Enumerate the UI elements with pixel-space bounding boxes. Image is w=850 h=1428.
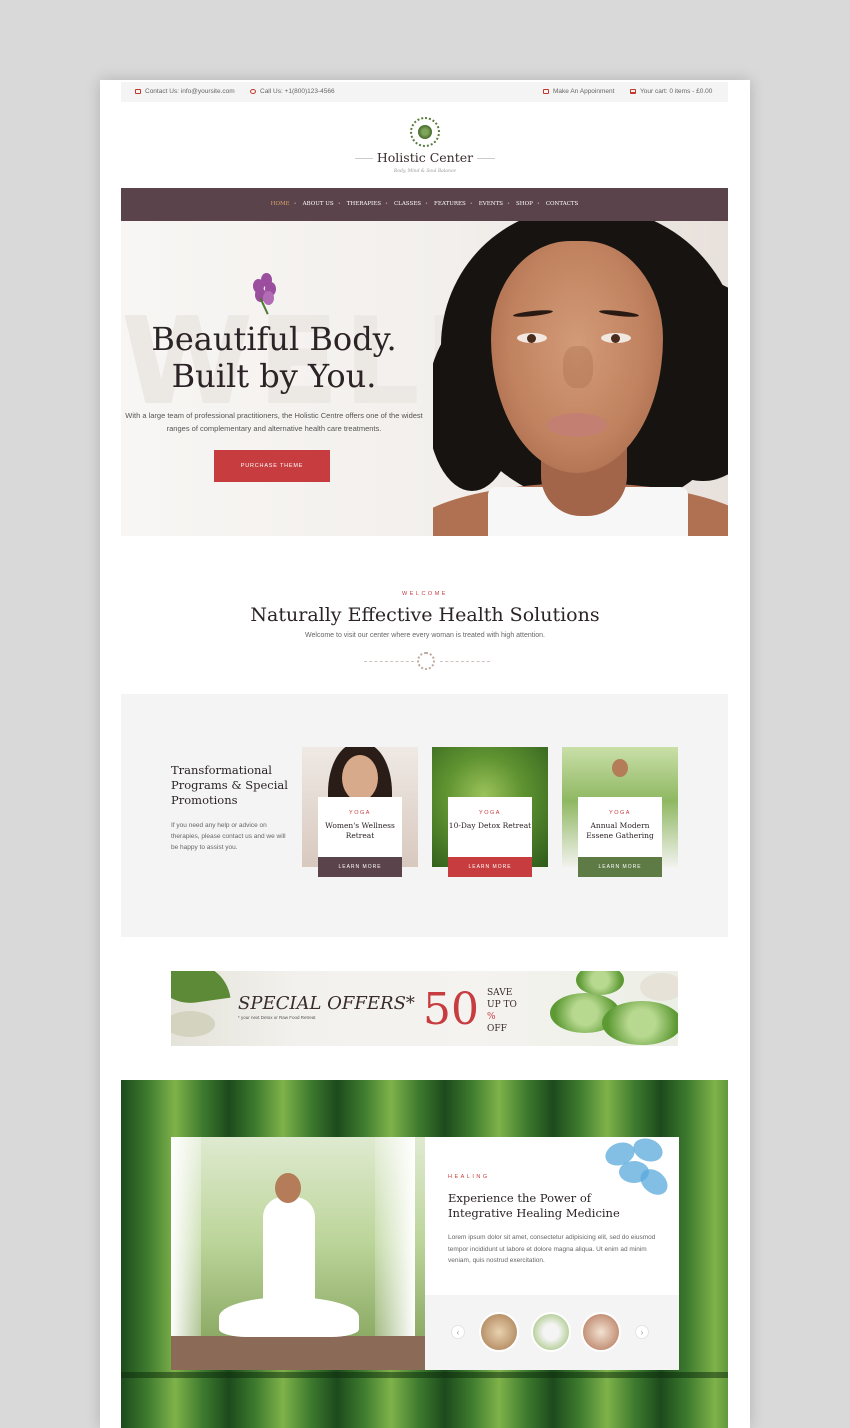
phone-link[interactable]: Call Us: +1(800)123-4566 bbox=[250, 88, 335, 95]
offer-percent: 50 bbox=[423, 984, 479, 1035]
chevron-right-icon[interactable]: › bbox=[635, 1325, 649, 1339]
cart-text: Your cart: 0 items - £0.00 bbox=[640, 88, 713, 95]
offer-up-to: UP TO bbox=[487, 1000, 517, 1010]
main-nav: HOME ABOUT US THERAPIES CLASSES FEATURES… bbox=[121, 188, 728, 221]
learn-more-button[interactable]: LEARN MORE bbox=[578, 857, 662, 877]
logo-name: Holistic Center bbox=[354, 150, 496, 165]
aloe-vera-image bbox=[540, 971, 678, 1046]
site-logo[interactable]: Holistic Center Body, Mind & Soul Balanc… bbox=[100, 117, 750, 174]
lilac-flower-icon bbox=[249, 273, 279, 315]
programs-text-line3: be happy to assist you. bbox=[171, 844, 238, 851]
healing-card: HEALING Experience the Power of Integrat… bbox=[171, 1134, 679, 1370]
nav-contacts[interactable]: CONTACTS bbox=[537, 188, 578, 221]
thumbnail-carousel: ‹ › bbox=[425, 1295, 679, 1370]
program-card: YOGA 10-Day Detox Retreat LEARN MORE bbox=[432, 747, 548, 879]
special-offers-title: SPECIAL OFFERS* bbox=[238, 993, 415, 1014]
contact-email-text: Contact Us: info@yoursite.com bbox=[145, 88, 235, 95]
meditation-image bbox=[171, 1137, 425, 1370]
nav-events[interactable]: EVENTS bbox=[470, 188, 503, 221]
special-offers-note: * your next Detox or Raw Food Retreat bbox=[238, 1015, 316, 1020]
special-offers-banner[interactable]: SPECIAL OFFERS* * your next Detox or Raw… bbox=[171, 971, 678, 1046]
offer-percent-sign: % bbox=[487, 1012, 496, 1022]
offer-save-text: SAVE UP TO % OFF bbox=[487, 987, 517, 1035]
welcome-title: Naturally Effective Health Solutions bbox=[250, 604, 600, 626]
logo-tagline: Body, Mind & Soul Balance bbox=[393, 169, 457, 174]
nav-classes[interactable]: CLASSES bbox=[385, 188, 421, 221]
offer-save-word: SAVE bbox=[487, 988, 513, 998]
healing-section: HEALING Experience the Power of Integrat… bbox=[121, 1080, 728, 1428]
hero-title-line1: Beautiful Body. bbox=[151, 320, 397, 358]
programs-text-line1: If you need any help or advice on bbox=[171, 822, 267, 829]
mandala-ornament-icon bbox=[417, 652, 435, 670]
appointment-text: Make An Appoinment bbox=[553, 88, 615, 95]
hero-portrait-image bbox=[433, 221, 728, 536]
program-card-category: YOGA bbox=[609, 810, 631, 816]
offer-off: OFF bbox=[487, 1024, 507, 1034]
healing-category: HEALING bbox=[448, 1174, 490, 1180]
nav-therapies[interactable]: THERAPIES bbox=[338, 188, 381, 221]
programs-text-line2: therapies, please contact us and we will bbox=[171, 833, 286, 840]
hero-text-line2: ranges of complementary and alternative … bbox=[166, 423, 382, 433]
carousel-thumbnail[interactable] bbox=[531, 1312, 571, 1352]
programs-section: Transformational Programs & Special Prom… bbox=[121, 694, 728, 937]
nav-about-us[interactable]: ABOUT US bbox=[294, 188, 334, 221]
program-card-category: YOGA bbox=[479, 810, 501, 816]
program-card: YOGA Annual Modern Essene Gathering LEAR… bbox=[562, 747, 678, 879]
nav-home[interactable]: HOME bbox=[271, 188, 290, 221]
cart-icon bbox=[630, 88, 636, 94]
program-card-title[interactable]: 10-Day Detox Retreat bbox=[448, 821, 532, 831]
program-card-title[interactable]: Annual Modern Essene Gathering bbox=[578, 821, 662, 841]
hero-title-line2: Built by You. bbox=[171, 357, 377, 395]
divider-ornament bbox=[364, 652, 490, 670]
hero-description: With a large team of professional practi… bbox=[121, 410, 427, 435]
programs-title: Transformational Programs & Special Prom… bbox=[171, 763, 288, 807]
chevron-left-icon[interactable]: ‹ bbox=[451, 1325, 465, 1339]
purchase-theme-button[interactable]: PURCHASE THEME bbox=[214, 450, 330, 482]
page: Contact Us: info@yoursite.com Call Us: +… bbox=[100, 80, 750, 1428]
mandala-logo-icon bbox=[410, 117, 440, 147]
hero-text-line1: With a large team of professional practi… bbox=[125, 411, 423, 420]
healing-title: Experience the Power of Integrative Heal… bbox=[448, 1191, 620, 1220]
program-card-box: YOGA Women's Wellness Retreat bbox=[318, 797, 402, 857]
top-bar: Contact Us: info@yoursite.com Call Us: +… bbox=[121, 82, 728, 102]
hero-title: Beautiful Body. Built by You. bbox=[121, 321, 427, 395]
welcome-kicker: WELCOME bbox=[402, 591, 448, 597]
welcome-subtitle: Welcome to visit our center where every … bbox=[305, 632, 545, 639]
mail-icon bbox=[135, 88, 141, 94]
phone-text: Call Us: +1(800)123-4566 bbox=[260, 88, 335, 95]
program-card-box: YOGA 10-Day Detox Retreat bbox=[448, 797, 532, 857]
nav-shop[interactable]: SHOP bbox=[507, 188, 533, 221]
program-card-title[interactable]: Women's Wellness Retreat bbox=[318, 821, 402, 841]
hero-section: WELLNESS Beautiful Body. Built by You. bbox=[121, 221, 728, 536]
carousel-thumbnail[interactable] bbox=[479, 1312, 519, 1352]
carousel-thumbnail[interactable] bbox=[581, 1312, 621, 1352]
calendar-icon bbox=[543, 88, 549, 94]
learn-more-button[interactable]: LEARN MORE bbox=[318, 857, 402, 877]
phone-icon bbox=[250, 88, 256, 94]
program-card: YOGA Women's Wellness Retreat LEARN MORE bbox=[302, 747, 418, 879]
program-card-category: YOGA bbox=[349, 810, 371, 816]
appointment-link[interactable]: Make An Appoinment bbox=[543, 88, 614, 95]
healing-text: Lorem ipsum dolor sit amet, consectetur … bbox=[448, 1234, 656, 1264]
contact-email-link[interactable]: Contact Us: info@yoursite.com bbox=[135, 88, 235, 95]
learn-more-button[interactable]: LEARN MORE bbox=[448, 857, 532, 877]
cart-link[interactable]: Your cart: 0 items - £0.00 bbox=[630, 88, 712, 95]
nav-features[interactable]: FEATURES bbox=[425, 188, 466, 221]
programs-text: If you need any help or advice on therap… bbox=[171, 820, 291, 853]
program-card-box: YOGA Annual Modern Essene Gathering bbox=[578, 797, 662, 857]
